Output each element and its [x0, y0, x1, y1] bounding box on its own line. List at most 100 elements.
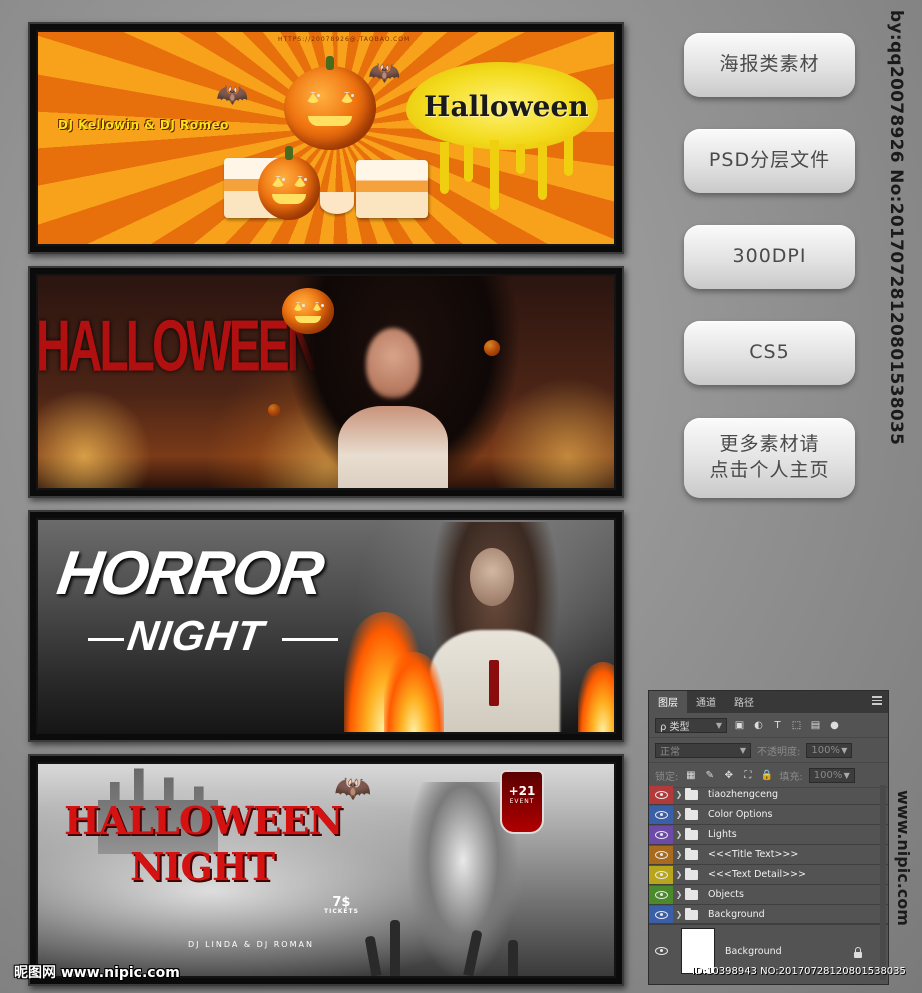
- chevron-right-icon[interactable]: ❯: [673, 850, 685, 859]
- layers-panel: 图层 通道 路径 ρ 类型 ▼ ▣ ◐ T ⬚ ▤ ● 正常 ▼ 不透明度: 100…: [648, 690, 889, 985]
- visibility-toggle[interactable]: [649, 885, 673, 904]
- watermark-id: ID:10398943 NO:20170728120801538035: [692, 966, 906, 977]
- folder-icon: [685, 867, 698, 880]
- fill-label: 填充:: [779, 771, 803, 783]
- blend-row: 正常 ▼ 不透明度: 100% ▼: [649, 738, 888, 763]
- button-more-materials[interactable]: 更多素材请 点击个人主页: [684, 418, 855, 498]
- lock-all-icon[interactable]: 🔒: [760, 769, 773, 781]
- layer-row[interactable]: ❯ <<<Title Text>>>: [649, 845, 888, 865]
- opacity-label: 不透明度:: [757, 746, 801, 758]
- eye-icon: [654, 810, 668, 819]
- opacity-value: 100%: [811, 744, 840, 756]
- bat-icon: 🦇: [216, 80, 249, 110]
- girl-face: [470, 548, 514, 606]
- lock-position-icon[interactable]: ✥: [722, 769, 735, 781]
- fill-input[interactable]: 100% ▼: [808, 767, 855, 783]
- button-psd-layered[interactable]: PSD分层文件: [684, 129, 855, 193]
- cake-slice-icon: [356, 160, 428, 218]
- layer-name: <<<Title Text>>>: [708, 849, 799, 860]
- eye-icon: [654, 947, 668, 955]
- visibility-toggle[interactable]: [649, 905, 673, 924]
- layer-row[interactable]: ❯ Objects: [649, 885, 888, 905]
- visibility-toggle[interactable]: [649, 845, 673, 864]
- adjustment-filter-icon[interactable]: ◐: [752, 719, 765, 731]
- eye-icon: [654, 910, 668, 919]
- lock-icon: [854, 947, 862, 958]
- artboard-icon[interactable]: ⛶: [741, 769, 754, 781]
- lock-pixels-icon[interactable]: ✎: [703, 769, 716, 781]
- poster-title: HALLOWEEN: [38, 307, 321, 388]
- button-cs5[interactable]: CS5: [684, 321, 855, 385]
- poster-title: HORROR: [53, 539, 327, 608]
- poster-frame-4: 🦇 HALLOWEEN NIGHT 7$ TICKETS DJ LINDA & …: [28, 754, 624, 986]
- filter-type-select[interactable]: ρ 类型 ▼: [655, 717, 727, 733]
- eye-icon: [654, 830, 668, 839]
- layer-row[interactable]: ❯ <<<Text Detail>>>: [649, 865, 888, 885]
- chevron-right-icon[interactable]: ❯: [673, 890, 685, 899]
- shape-filter-icon[interactable]: ⬚: [790, 719, 803, 731]
- layer-name: Objects: [708, 889, 744, 900]
- chevron-right-icon[interactable]: ❯: [673, 830, 685, 839]
- chevron-right-icon[interactable]: ❯: [673, 870, 685, 879]
- layer-row[interactable]: ❯ Background: [649, 905, 888, 925]
- layer-name: tiaozhengceng: [708, 789, 779, 800]
- fill-value: 100%: [813, 769, 843, 781]
- folder-icon: [685, 827, 698, 840]
- smart-object-filter-icon[interactable]: ▤: [809, 719, 822, 731]
- panel-scrollbar[interactable]: [880, 785, 886, 980]
- chevron-right-icon[interactable]: ❯: [673, 810, 685, 819]
- folder-icon: [685, 907, 698, 920]
- pumpkin-small-icon: [484, 340, 500, 356]
- folder-icon: [685, 847, 698, 860]
- chevron-right-icon[interactable]: ❯: [673, 910, 685, 919]
- side-author-text: by:qq20078926 No:20170728120801538035: [886, 10, 906, 446]
- filter-type-label: ρ 类型: [660, 721, 690, 733]
- side-site-text: www.nipic.com: [894, 790, 913, 926]
- folder-icon: [685, 807, 698, 820]
- event-badge: +21 EVENT: [500, 770, 544, 834]
- poster-dj-names: DJ Kellowin & DJ Romeo: [58, 118, 229, 132]
- pumpkin-icon: [282, 288, 334, 334]
- visibility-toggle[interactable]: [649, 805, 673, 824]
- badge-event: EVENT: [509, 798, 535, 805]
- lock-transparent-icon[interactable]: ▦: [684, 769, 697, 781]
- poster-title: Halloween: [424, 90, 589, 123]
- layer-row[interactable]: ❯ Lights: [649, 825, 888, 845]
- layer-name: Lights: [708, 829, 737, 840]
- tab-channels[interactable]: 通道: [687, 691, 725, 713]
- button-poster-material[interactable]: 海报类素材: [684, 33, 855, 97]
- poster-subtitle: NIGHT: [124, 612, 268, 659]
- poster-halloween-night: 🦇 HALLOWEEN NIGHT 7$ TICKETS DJ LINDA & …: [38, 764, 614, 976]
- button-300dpi[interactable]: 300DPI: [684, 225, 855, 289]
- layer-row[interactable]: ❯ tiaozhengceng: [649, 785, 888, 805]
- layer-row[interactable]: ❯ Color Options: [649, 805, 888, 825]
- ticket-price: 7$ TICKETS: [324, 896, 359, 915]
- layers-list: ❯ tiaozhengceng ❯ Color Options ❯ Lights ❯ <<<T…: [649, 785, 888, 925]
- blend-mode-select[interactable]: 正常 ▼: [655, 742, 751, 758]
- type-filter-icon[interactable]: T: [771, 719, 784, 731]
- panel-menu-icon[interactable]: [872, 696, 882, 705]
- poster-title-line2: NIGHT: [130, 844, 275, 889]
- candle-icon: [489, 660, 499, 706]
- pumpkin-small-icon: [258, 146, 320, 220]
- poster-title-line1: HALLOWEEN: [64, 798, 343, 843]
- layer-name: <<<Text Detail>>>: [708, 869, 806, 880]
- eye-icon: [654, 870, 668, 879]
- pixel-filter-icon[interactable]: ▣: [733, 719, 746, 731]
- folder-icon: [685, 787, 698, 800]
- visibility-toggle[interactable]: [649, 865, 673, 884]
- chevron-right-icon[interactable]: ❯: [673, 790, 685, 799]
- cupcake-icon: [320, 192, 354, 214]
- visibility-toggle[interactable]: [649, 947, 673, 955]
- visibility-toggle[interactable]: [649, 785, 673, 804]
- filter-toggle-icon[interactable]: ●: [828, 719, 841, 731]
- fire-effect: [384, 652, 444, 732]
- tab-layers[interactable]: 图层: [649, 691, 687, 713]
- title-line-right: [282, 638, 338, 641]
- poster-dj-names: DJ LINDA & DJ ROMAN: [188, 940, 314, 949]
- visibility-toggle[interactable]: [649, 825, 673, 844]
- opacity-input[interactable]: 100% ▼: [806, 742, 853, 758]
- eye-icon: [654, 890, 668, 899]
- poster-frame-3: HORROR NIGHT: [28, 510, 624, 742]
- tab-paths[interactable]: 路径: [725, 691, 763, 713]
